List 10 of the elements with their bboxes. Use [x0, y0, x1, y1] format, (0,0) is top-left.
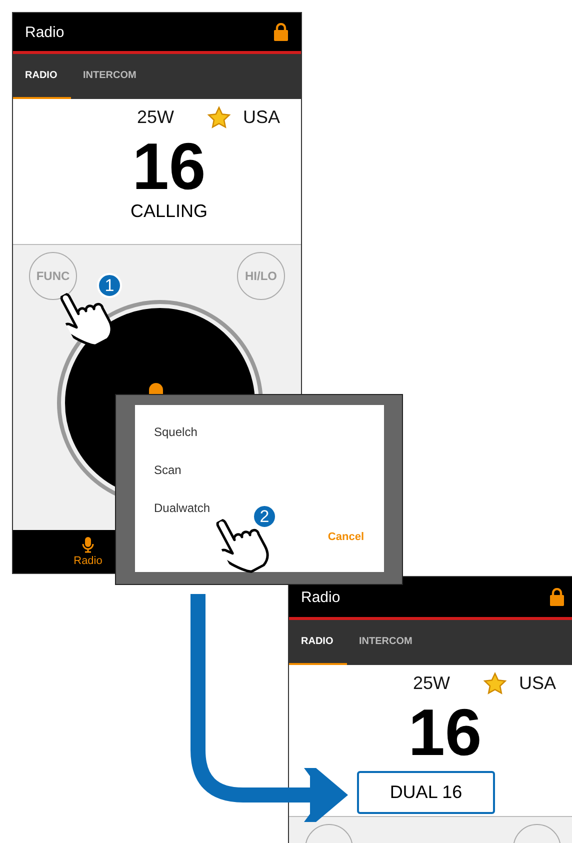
channel-status: DUAL 16	[357, 771, 495, 814]
channel-number: 16	[132, 131, 206, 201]
channel-number: 16	[408, 697, 482, 767]
channel-status: CALLING	[129, 201, 209, 222]
screen-title: Radio	[301, 588, 340, 606]
region-label: USA	[519, 672, 556, 694]
region-label: USA	[243, 106, 280, 128]
power-level: 25W	[413, 672, 452, 694]
power-level: 25W	[137, 106, 176, 128]
screen-title: Radio	[25, 24, 64, 40]
